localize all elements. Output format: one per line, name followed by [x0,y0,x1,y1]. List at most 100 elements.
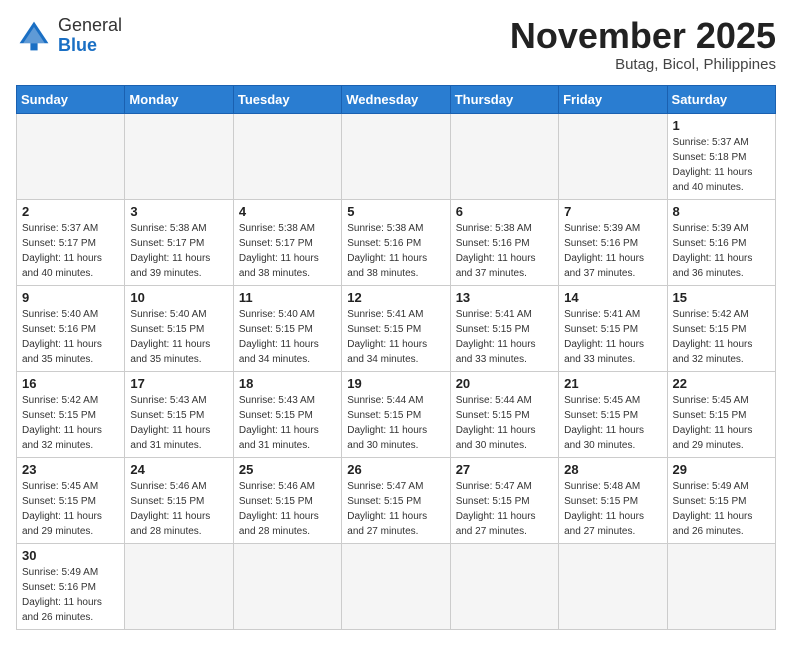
day-number: 22 [673,376,770,391]
month-title: November 2025 [510,16,776,56]
day-info: Sunrise: 5:46 AM Sunset: 5:15 PM Dayligh… [239,479,336,539]
calendar-cell: 29 Sunrise: 5:49 AM Sunset: 5:15 PM Dayli… [667,457,775,543]
day-number: 1 [673,118,770,133]
day-number: 3 [130,204,227,219]
day-info: Sunrise: 5:38 AM Sunset: 5:17 PM Dayligh… [130,221,227,281]
calendar-cell: 5 Sunrise: 5:38 AM Sunset: 5:16 PM Daylig… [342,199,450,285]
day-info: Sunrise: 5:45 AM Sunset: 5:15 PM Dayligh… [22,479,119,539]
calendar-cell [667,543,775,629]
day-number: 21 [564,376,661,391]
calendar-cell: 11 Sunrise: 5:40 AM Sunset: 5:15 PM Dayli… [233,285,341,371]
day-info: Sunrise: 5:45 AM Sunset: 5:15 PM Dayligh… [564,393,661,453]
header: General Blue November 2025 Butag, Bicol,… [16,16,776,73]
calendar-cell: 17 Sunrise: 5:43 AM Sunset: 5:15 PM Dayli… [125,371,233,457]
title-area: November 2025 Butag, Bicol, Philippines [510,16,776,73]
calendar-cell [233,543,341,629]
day-number: 16 [22,376,119,391]
calendar-cell [233,113,341,199]
calendar-cell: 26Sunrise: 5:47 AM Sunset: 5:15 PM Dayli… [342,457,450,543]
calendar-cell: 1Sunrise: 5:37 AM Sunset: 5:18 PM Daylig… [667,113,775,199]
location: Butag, Bicol, Philippines [510,56,776,73]
day-number: 30 [22,548,119,563]
day-info: Sunrise: 5:44 AM Sunset: 5:15 PM Dayligh… [347,393,444,453]
day-info: Sunrise: 5:42 AM Sunset: 5:15 PM Dayligh… [673,307,770,367]
calendar-cell [17,113,125,199]
logo-general-text: General [58,15,122,35]
calendar-cell: 18Sunrise: 5:43 AM Sunset: 5:15 PM Dayli… [233,371,341,457]
logo-blue-text: Blue [58,35,97,55]
calendar-cell: 27Sunrise: 5:47 AM Sunset: 5:15 PM Dayli… [450,457,558,543]
weekday-header-wednesday: Wednesday [342,85,450,113]
calendar-cell: 22 Sunrise: 5:45 AM Sunset: 5:15 PM Dayli… [667,371,775,457]
weekday-row: SundayMondayTuesdayWednesdayThursdayFrid… [17,85,776,113]
calendar-cell: 12 Sunrise: 5:41 AM Sunset: 5:15 PM Dayli… [342,285,450,371]
day-number: 2 [22,204,119,219]
logo-icon [16,18,52,54]
calendar-cell: 9Sunrise: 5:40 AM Sunset: 5:16 PM Daylig… [17,285,125,371]
day-number: 8 [673,204,770,219]
day-number: 4 [239,204,336,219]
day-number: 19 [347,376,444,391]
day-info: Sunrise: 5:40 AM Sunset: 5:15 PM Dayligh… [130,307,227,367]
calendar-cell: 3 Sunrise: 5:38 AM Sunset: 5:17 PM Daylig… [125,199,233,285]
calendar-cell [450,543,558,629]
calendar-week-3: 16Sunrise: 5:42 AM Sunset: 5:15 PM Dayli… [17,371,776,457]
calendar-body: 1Sunrise: 5:37 AM Sunset: 5:18 PM Daylig… [17,113,776,629]
day-number: 24 [130,462,227,477]
calendar-week-2: 9Sunrise: 5:40 AM Sunset: 5:16 PM Daylig… [17,285,776,371]
day-info: Sunrise: 5:39 AM Sunset: 5:16 PM Dayligh… [673,221,770,281]
day-number: 14 [564,290,661,305]
day-number: 12 [347,290,444,305]
calendar-week-1: 2 Sunrise: 5:37 AM Sunset: 5:17 PM Daylig… [17,199,776,285]
day-info: Sunrise: 5:44 AM Sunset: 5:15 PM Dayligh… [456,393,553,453]
weekday-header-tuesday: Tuesday [233,85,341,113]
calendar-cell: 20 Sunrise: 5:44 AM Sunset: 5:15 PM Dayli… [450,371,558,457]
weekday-header-sunday: Sunday [17,85,125,113]
calendar-cell [342,543,450,629]
calendar-cell: 6Sunrise: 5:38 AM Sunset: 5:16 PM Daylig… [450,199,558,285]
day-info: Sunrise: 5:49 AM Sunset: 5:15 PM Dayligh… [673,479,770,539]
calendar-cell [342,113,450,199]
calendar-cell: 10Sunrise: 5:40 AM Sunset: 5:15 PM Dayli… [125,285,233,371]
calendar-cell: 30 Sunrise: 5:49 AM Sunset: 5:16 PM Dayli… [17,543,125,629]
day-info: Sunrise: 5:38 AM Sunset: 5:16 PM Dayligh… [347,221,444,281]
day-number: 9 [22,290,119,305]
calendar-cell: 19 Sunrise: 5:44 AM Sunset: 5:15 PM Dayli… [342,371,450,457]
day-info: Sunrise: 5:49 AM Sunset: 5:16 PM Dayligh… [22,565,119,625]
day-number: 28 [564,462,661,477]
day-number: 15 [673,290,770,305]
day-number: 11 [239,290,336,305]
day-info: Sunrise: 5:38 AM Sunset: 5:16 PM Dayligh… [456,221,553,281]
calendar: SundayMondayTuesdayWednesdayThursdayFrid… [16,85,776,630]
calendar-week-0: 1Sunrise: 5:37 AM Sunset: 5:18 PM Daylig… [17,113,776,199]
day-number: 17 [130,376,227,391]
day-number: 5 [347,204,444,219]
day-number: 20 [456,376,553,391]
calendar-cell: 16Sunrise: 5:42 AM Sunset: 5:15 PM Dayli… [17,371,125,457]
calendar-cell: 2 Sunrise: 5:37 AM Sunset: 5:17 PM Daylig… [17,199,125,285]
day-info: Sunrise: 5:39 AM Sunset: 5:16 PM Dayligh… [564,221,661,281]
calendar-cell: 13Sunrise: 5:41 AM Sunset: 5:15 PM Dayli… [450,285,558,371]
day-info: Sunrise: 5:41 AM Sunset: 5:15 PM Dayligh… [347,307,444,367]
day-info: Sunrise: 5:37 AM Sunset: 5:17 PM Dayligh… [22,221,119,281]
calendar-cell: 15 Sunrise: 5:42 AM Sunset: 5:15 PM Dayli… [667,285,775,371]
day-number: 23 [22,462,119,477]
day-info: Sunrise: 5:45 AM Sunset: 5:15 PM Dayligh… [673,393,770,453]
calendar-cell [125,113,233,199]
calendar-cell: 7 Sunrise: 5:39 AM Sunset: 5:16 PM Daylig… [559,199,667,285]
day-number: 7 [564,204,661,219]
day-info: Sunrise: 5:43 AM Sunset: 5:15 PM Dayligh… [239,393,336,453]
calendar-cell: 4Sunrise: 5:38 AM Sunset: 5:17 PM Daylig… [233,199,341,285]
logo-text: General Blue [58,16,122,56]
calendar-cell: 14Sunrise: 5:41 AM Sunset: 5:15 PM Dayli… [559,285,667,371]
logo: General Blue [16,16,122,56]
day-info: Sunrise: 5:43 AM Sunset: 5:15 PM Dayligh… [130,393,227,453]
day-info: Sunrise: 5:40 AM Sunset: 5:15 PM Dayligh… [239,307,336,367]
calendar-cell: 8 Sunrise: 5:39 AM Sunset: 5:16 PM Daylig… [667,199,775,285]
day-number: 13 [456,290,553,305]
day-number: 29 [673,462,770,477]
calendar-cell [559,543,667,629]
day-info: Sunrise: 5:48 AM Sunset: 5:15 PM Dayligh… [564,479,661,539]
weekday-header-saturday: Saturday [667,85,775,113]
weekday-header-thursday: Thursday [450,85,558,113]
